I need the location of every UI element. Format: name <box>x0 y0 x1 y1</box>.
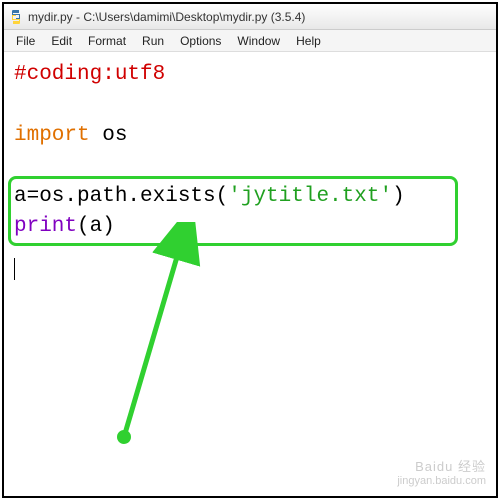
menu-window[interactable]: Window <box>229 32 288 50</box>
idle-window: mydir.py - C:\Users\damimi\Desktop\mydir… <box>2 2 498 498</box>
menubar: File Edit Format Run Options Window Help <box>4 30 496 52</box>
annotation-arrow-icon <box>104 222 254 452</box>
window-title: mydir.py - C:\Users\damimi\Desktop\mydir… <box>28 10 305 24</box>
menu-edit[interactable]: Edit <box>43 32 80 50</box>
text-cursor <box>14 258 15 280</box>
print-arg: a <box>90 215 103 238</box>
import-module: os <box>90 124 128 147</box>
menu-file[interactable]: File <box>8 32 43 50</box>
print-builtin: print <box>14 215 77 238</box>
close-paren: ) <box>392 185 405 208</box>
import-keyword: import <box>14 124 90 147</box>
string-literal: 'jytitle.txt' <box>228 185 392 208</box>
menu-help[interactable]: Help <box>288 32 329 50</box>
menu-format[interactable]: Format <box>80 32 134 50</box>
code-editor[interactable]: #coding:utf8 import os a=os.path.exists(… <box>4 52 496 496</box>
titlebar: mydir.py - C:\Users\damimi\Desktop\mydir… <box>4 4 496 30</box>
menu-options[interactable]: Options <box>172 32 229 50</box>
comment-line: #coding:utf8 <box>14 63 165 86</box>
paren-close: ) <box>102 215 115 238</box>
python-icon <box>8 9 24 25</box>
assign-expr: a=os.path.exists( <box>14 185 228 208</box>
paren-open: ( <box>77 215 90 238</box>
menu-run[interactable]: Run <box>134 32 172 50</box>
